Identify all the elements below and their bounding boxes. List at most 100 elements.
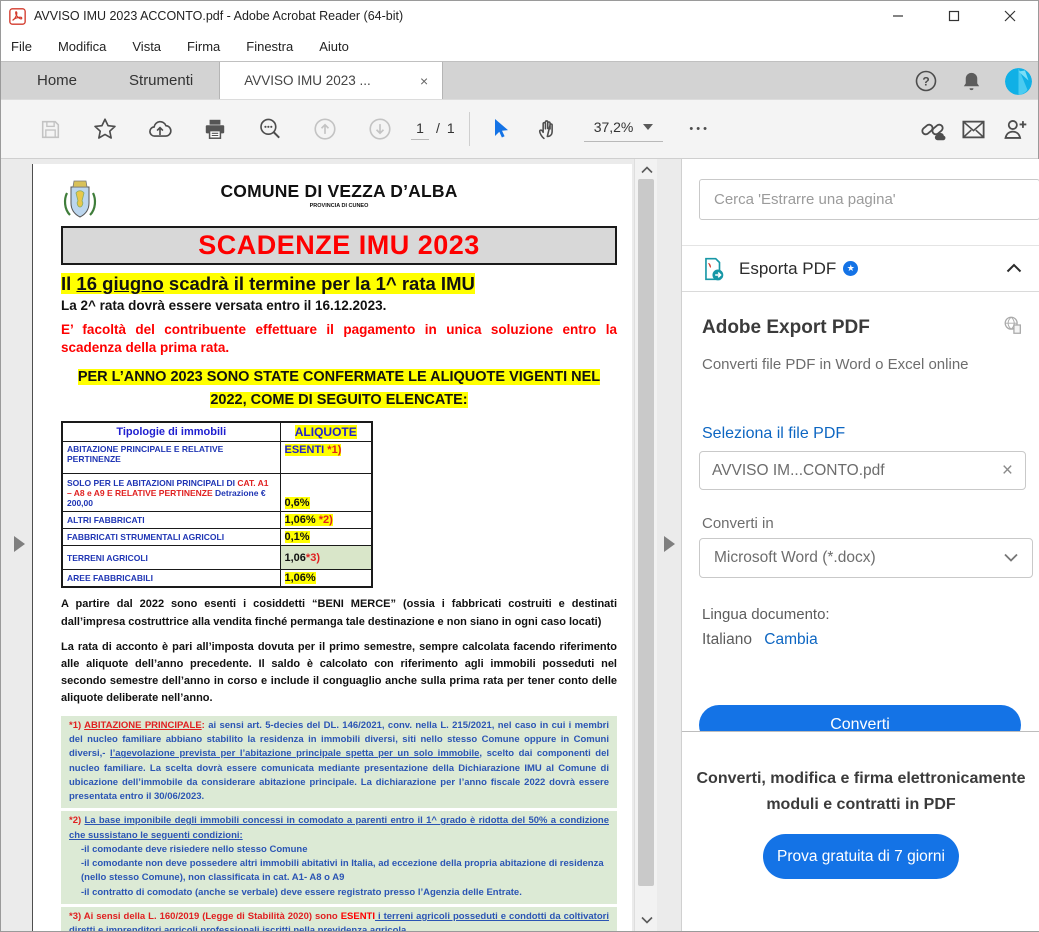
- right-pane-toggle-icon[interactable]: [664, 536, 675, 552]
- right-pane-strip: [657, 159, 681, 931]
- main-area: COMUNE DI VEZZA D’ALBA PROVINCIA DI CUNE…: [1, 159, 1038, 931]
- menu-finestra[interactable]: Finestra: [246, 39, 293, 54]
- export-pdf-section-header[interactable]: Esporta PDF ★: [682, 245, 1039, 292]
- table-row: ABITAZIONE PRINCIPALE E RELATIVE PERTINE…: [62, 442, 372, 474]
- toolbar-right-icons: [919, 116, 1028, 143]
- acrobat-window: AVVISO IMU 2023 ACCONTO.pdf - Adobe Acro…: [0, 0, 1039, 932]
- user-avatar[interactable]: [1005, 68, 1032, 95]
- collapse-chevron-up-icon[interactable]: [1006, 260, 1022, 278]
- selected-file-name: AVVISO IM...CONTO.pdf: [712, 462, 885, 480]
- previous-page-button[interactable]: [304, 108, 346, 150]
- footnote-2-item: -il comodante non deve possedere altri i…: [69, 857, 609, 886]
- promo-text: Converti, modifica e firma elettronicame…: [682, 766, 1039, 817]
- export-pdf-icon: [700, 256, 726, 282]
- search-input[interactable]: [699, 179, 1039, 220]
- select-tool-button[interactable]: [478, 108, 520, 150]
- language-label: Lingua documento:: [702, 606, 830, 623]
- adobe-export-pdf-title: Adobe Export PDF: [702, 317, 870, 339]
- menu-firma[interactable]: Firma: [187, 39, 220, 54]
- save-button[interactable]: [29, 108, 71, 150]
- page-total: 1: [447, 120, 455, 136]
- format-value: Microsoft Word (*.docx): [714, 549, 876, 567]
- row-value: 0,1%: [280, 529, 372, 546]
- share-link-icon[interactable]: [919, 116, 946, 143]
- toolbar-divider: [469, 112, 470, 146]
- tools-panel: Esporta PDF ★ Adobe Export PDF Converti …: [681, 159, 1039, 931]
- table-row: FABBRICATI STRUMENTALI AGRICOLI 0,1%: [62, 529, 372, 546]
- left-pane-strip: [1, 159, 32, 931]
- premium-star-badge: ★: [843, 261, 858, 276]
- tab-home[interactable]: Home: [1, 62, 103, 99]
- svg-text:?: ?: [922, 75, 929, 89]
- pdf-page[interactable]: COMUNE DI VEZZA D’ALBA PROVINCIA DI CUNE…: [32, 164, 632, 931]
- left-pane-toggle-icon[interactable]: [14, 536, 25, 552]
- row-label: TERRENI AGRICOLI: [62, 546, 280, 570]
- document-header: COMUNE DI VEZZA D’ALBA PROVINCIA DI CUNE…: [61, 169, 617, 223]
- more-tools-button[interactable]: •••: [689, 123, 710, 135]
- add-user-icon[interactable]: [1001, 116, 1028, 143]
- zoom-level-value: 37,2%: [594, 119, 634, 135]
- menu-vista[interactable]: Vista: [132, 39, 161, 54]
- header-tipologie: Tipologie di immobili: [62, 422, 280, 442]
- row-value: 1,06*3): [280, 546, 372, 570]
- change-language-link[interactable]: Cambia: [764, 631, 817, 648]
- row-label: ABITAZIONE PRINCIPALE E RELATIVE PERTINE…: [62, 442, 280, 474]
- remove-file-icon[interactable]: ×: [1002, 460, 1013, 482]
- close-button[interactable]: [982, 1, 1038, 31]
- menu-modifica[interactable]: Modifica: [58, 39, 106, 54]
- footnote-1: *1) ABITAZIONE PRINCIPALE: ai sensi art.…: [61, 716, 617, 809]
- deadline-line: Il 16 giugno scadrà il termine per la 1^…: [61, 273, 617, 295]
- pdf-file-icon: [9, 8, 26, 25]
- vertical-scrollbar[interactable]: [634, 159, 657, 931]
- menu-file[interactable]: File: [11, 39, 32, 54]
- footnote-2-item: -il contratto di comodato (anche se verb…: [69, 886, 609, 900]
- maximize-button[interactable]: [926, 1, 982, 31]
- scroll-up-icon[interactable]: [635, 161, 658, 179]
- free-trial-button[interactable]: Prova gratuita di 7 giorni: [763, 834, 959, 879]
- row-value: 0,6%: [280, 474, 372, 512]
- print-button[interactable]: [194, 108, 236, 150]
- next-page-button[interactable]: [359, 108, 401, 150]
- chevron-down-icon: [643, 124, 653, 130]
- row-label: SOLO PER LE ABITAZIONI PRINCIPALI DI CAT…: [62, 474, 280, 512]
- language-value: Italiano: [702, 631, 752, 648]
- share-upload-button[interactable]: [139, 108, 181, 150]
- row-label: AREE FABBRICABILI: [62, 570, 280, 588]
- provincia-subtitle: PROVINCIA DI CUNEO: [61, 203, 617, 209]
- table-row: SOLO PER LE ABITAZIONI PRINCIPALI DI CAT…: [62, 474, 372, 512]
- tab-document-label: AVVISO IMU 2023 ...: [244, 73, 371, 88]
- aliquote-table: Tipologie di immobili ALIQUOTE ABITAZION…: [61, 421, 373, 588]
- search-zoom-button[interactable]: [249, 108, 291, 150]
- page-number-box: 1 / 1: [411, 118, 455, 140]
- dropdown-chevron-icon: [1004, 549, 1018, 567]
- beni-merce-paragraph: A partire dal 2022 sono esenti i cosidde…: [61, 596, 617, 630]
- minimize-button[interactable]: [870, 1, 926, 31]
- tab-document[interactable]: AVVISO IMU 2023 ... ×: [219, 62, 443, 99]
- email-icon[interactable]: [960, 116, 987, 143]
- toolbar: 1 / 1 37,2% •••: [1, 99, 1038, 159]
- help-icon[interactable]: ?: [914, 69, 938, 93]
- format-dropdown[interactable]: Microsoft Word (*.docx): [699, 538, 1033, 578]
- table-row: ALTRI FABBRICATI 1,06% *2): [62, 512, 372, 529]
- page-separator: /: [436, 120, 440, 136]
- scroll-down-icon[interactable]: [635, 911, 658, 929]
- select-pdf-file-link[interactable]: Seleziona il file PDF: [702, 425, 845, 443]
- table-header-row: Tipologie di immobili ALIQUOTE: [62, 422, 372, 442]
- export-pdf-label: Esporta PDF: [739, 259, 836, 279]
- scrollbar-thumb[interactable]: [638, 179, 654, 886]
- notifications-bell-icon[interactable]: [960, 70, 983, 93]
- favorite-star-button[interactable]: [84, 108, 126, 150]
- comune-crest-logo: [59, 173, 101, 223]
- menu-aiuto[interactable]: Aiuto: [319, 39, 349, 54]
- hand-tool-button[interactable]: [526, 108, 568, 150]
- close-tab-icon[interactable]: ×: [420, 73, 428, 89]
- zoom-level-select[interactable]: 37,2%: [584, 116, 664, 142]
- confirmed-rates-line: PER L’ANNO 2023 SONO STATE CONFERMATE LE…: [61, 366, 617, 412]
- menu-bar: File Modifica Vista Firma Finestra Aiuto: [1, 31, 1038, 61]
- selected-file-chip[interactable]: AVVISO IM...CONTO.pdf ×: [699, 451, 1026, 490]
- tab-strumenti[interactable]: Strumenti: [103, 62, 219, 99]
- row-value: 1,06% *2): [280, 512, 372, 529]
- page-number-input[interactable]: 1: [411, 118, 429, 140]
- comune-title: COMUNE DI VEZZA D’ALBA: [61, 169, 617, 202]
- window-title: AVVISO IMU 2023 ACCONTO.pdf - Adobe Acro…: [34, 9, 403, 23]
